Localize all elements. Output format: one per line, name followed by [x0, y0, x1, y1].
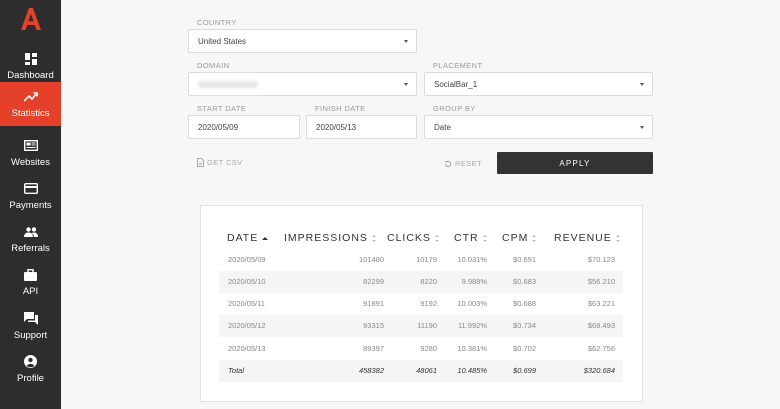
people-icon	[23, 225, 38, 239]
sort-icon	[434, 234, 440, 242]
column-header-clicks[interactable]: CLICKS	[387, 232, 440, 244]
sidebar-item-websites[interactable]: Websites	[0, 131, 61, 175]
column-header-date[interactable]: DATE	[227, 232, 269, 244]
sidebar-item-label: Profile	[17, 372, 44, 384]
sort-icon	[482, 234, 488, 242]
column-header-cpm[interactable]: CPM	[502, 232, 537, 244]
file-icon	[197, 158, 204, 167]
reset-icon	[444, 160, 452, 167]
table-row: 2020/05/13 89397 9280 10.381% $0.702 $62…	[228, 344, 615, 353]
group-by-value: Date	[434, 122, 451, 132]
finish-date-value: 2020/05/13	[316, 122, 357, 132]
sidebar-item-statistics[interactable]: Statistics	[0, 82, 61, 126]
start-date-input[interactable]: 2020/05/09	[188, 115, 300, 139]
sort-ascending-icon	[262, 236, 269, 240]
reset-button[interactable]: RESET	[444, 159, 482, 168]
apply-button[interactable]: APPLY	[497, 152, 653, 174]
newspaper-icon	[23, 139, 38, 153]
sidebar-item-label: Dashboard	[7, 69, 54, 81]
chevron-down-icon	[404, 40, 408, 43]
sidebar-item-label: Payments	[9, 199, 52, 211]
sort-icon	[615, 234, 621, 242]
dashboard-icon	[24, 52, 38, 66]
user-icon	[24, 355, 38, 369]
trending-up-icon	[23, 90, 38, 104]
table-total-row: Total 458382 48061 10.485% $0.699 $320.6…	[219, 360, 623, 382]
start-date-value: 2020/05/09	[198, 122, 239, 132]
finish-date-label: FINISH DATE	[315, 104, 366, 113]
column-header-revenue[interactable]: REVENUE	[554, 232, 621, 244]
sidebar-item-label: Referrals	[11, 242, 50, 254]
placement-label: PLACEMENT	[433, 61, 483, 70]
domain-value-redacted	[198, 80, 258, 88]
chevron-down-icon	[640, 126, 644, 129]
sidebar-item-label: Support	[13, 329, 48, 341]
placement-select[interactable]: SocialBar_1	[424, 72, 653, 96]
sidebar-item-support[interactable]: Support	[0, 304, 61, 348]
chevron-down-icon	[640, 83, 644, 86]
domain-select[interactable]	[188, 72, 417, 96]
sidebar: Dashboard Statistics Websites Payments R…	[0, 0, 61, 409]
sidebar-item-api[interactable]: API	[0, 260, 61, 304]
start-date-label: START DATE	[197, 104, 247, 113]
sidebar-item-label: API	[22, 285, 39, 297]
sidebar-item-label: Statistics	[11, 107, 50, 119]
domain-label: DOMAIN	[197, 61, 230, 70]
sort-icon	[532, 234, 537, 242]
chevron-down-icon	[404, 83, 408, 86]
table-row: 2020/05/11 91891 9192 10.003% $0.688 $63…	[228, 299, 615, 308]
sidebar-item-label: Websites	[11, 156, 50, 168]
get-csv-button[interactable]: GET CSV	[197, 158, 243, 167]
country-select[interactable]: United States	[188, 29, 417, 53]
table-row: 2020/05/09 101480 10179 10.031% $0.691 $…	[228, 255, 615, 264]
country-label: COUNTRY	[197, 18, 237, 27]
column-header-ctr[interactable]: CTR	[454, 232, 488, 244]
briefcase-icon	[24, 268, 38, 282]
table-row: 2020/05/10 82299 8220 9.988% $0.683 $56.…	[219, 271, 623, 293]
sort-icon	[371, 234, 377, 242]
get-csv-label: GET CSV	[207, 158, 243, 167]
table-row: 2020/05/12 93315 11190 11.992% $0.734 $6…	[219, 315, 623, 337]
group-by-select[interactable]: Date	[424, 115, 653, 139]
reset-label: RESET	[455, 159, 483, 168]
placement-value: SocialBar_1	[434, 79, 478, 89]
group-by-label: GROUP BY	[433, 104, 476, 113]
sidebar-item-referrals[interactable]: Referrals	[0, 217, 61, 261]
logo-icon	[20, 8, 41, 30]
credit-card-icon	[23, 182, 38, 196]
chat-icon	[23, 312, 38, 326]
sidebar-item-payments[interactable]: Payments	[0, 174, 61, 218]
country-value: United States	[198, 36, 247, 46]
brand-logo[interactable]	[0, 0, 61, 38]
column-header-impressions[interactable]: IMPRESSIONS	[284, 232, 377, 244]
finish-date-input[interactable]: 2020/05/13	[306, 115, 417, 139]
sidebar-item-profile[interactable]: Profile	[0, 347, 61, 391]
